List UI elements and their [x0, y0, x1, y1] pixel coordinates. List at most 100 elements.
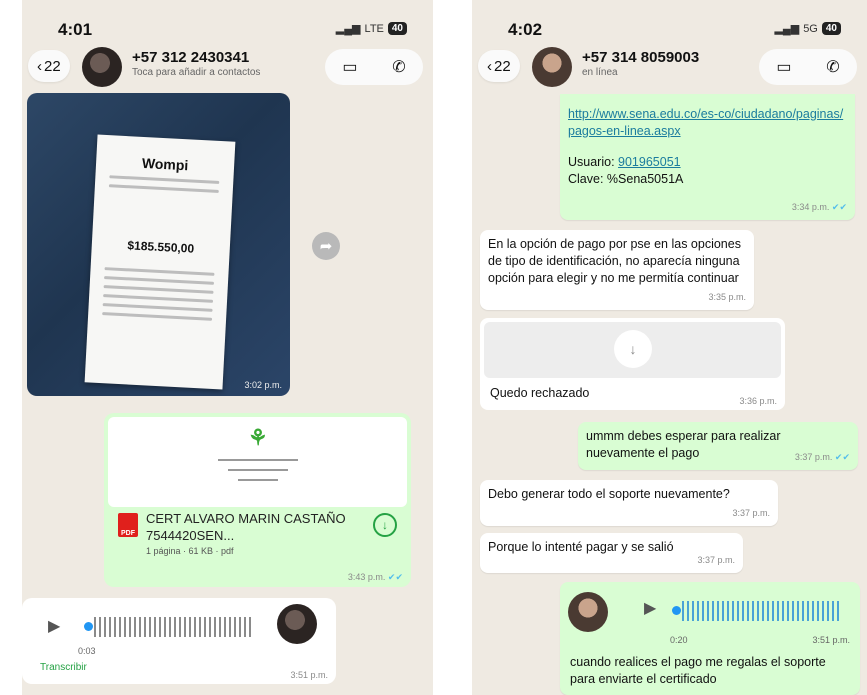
pdf-icon: PDF — [118, 513, 138, 537]
back-button[interactable]: ‹ 22 — [28, 50, 70, 82]
voice-message: ▶ 0:03 Transcribir 3:51 p.m. — [22, 598, 336, 684]
receipt-paper: Wompi $185.550,00 — [84, 134, 236, 390]
avatar[interactable] — [532, 47, 572, 87]
message-text: Debo generar todo el soporte nuevamente? — [488, 487, 730, 501]
document-title: CERT ALVARO MARIN CASTAÑO 7544420SEN... — [146, 511, 346, 543]
contact-name: +57 314 8059003 — [582, 49, 700, 66]
contact-name: +57 312 2430341 — [132, 49, 250, 66]
message-bubble-incoming[interactable]: Debo generar todo el soporte nuevamente?… — [480, 480, 778, 526]
receipt-line — [104, 267, 215, 276]
chevron-left-icon: ‹ — [37, 57, 42, 75]
receipt-brand: Wompi — [141, 154, 189, 174]
receipt-line — [103, 294, 214, 303]
message-text: Porque lo intenté pagar y se salió — [488, 540, 674, 554]
sender-avatar — [568, 592, 608, 632]
download-icon[interactable]: ↓ — [373, 513, 397, 537]
preview-line — [238, 479, 278, 481]
document-message[interactable]: ⚘ PDF CERT ALVARO MARIN CASTAÑO 7544420S… — [104, 413, 411, 587]
message-meta: 3:37 p.m. ✔✔ — [795, 449, 850, 466]
image-message-incoming[interactable]: ↓ Quedo rechazado 3:36 p.m. — [480, 318, 785, 410]
message-meta: 3:43 p.m. ✔✔ — [348, 572, 403, 583]
chat-header: ‹ 22 +57 312 2430341 Toca para añadir a … — [22, 44, 433, 90]
message-time: 3:51 p.m. — [812, 635, 850, 645]
video-call-icon[interactable]: ▭ — [776, 57, 791, 77]
sender-avatar — [277, 604, 317, 644]
transcribe-link[interactable]: Transcribir — [40, 662, 87, 673]
status-time: 4:02 — [508, 20, 543, 39]
message-text: cuando realices el pago me regalas el so… — [570, 655, 826, 686]
read-ticks-icon: ✔✔ — [387, 572, 403, 582]
unread-count: 22 — [44, 57, 61, 75]
message-bubble-incoming[interactable]: Porque lo intenté pagar y se salió 3:37 … — [480, 533, 743, 573]
receipt-line — [109, 175, 220, 184]
battery-icon: 40 — [387, 22, 407, 35]
voice-duration: 0:03 — [78, 646, 96, 656]
video-call-icon[interactable]: ▭ — [342, 57, 357, 77]
receipt-amount: $185.550,00 — [127, 238, 195, 256]
playhead-dot[interactable] — [84, 622, 93, 631]
receipt-line — [103, 285, 214, 294]
receipt-photo[interactable]: Wompi $185.550,00 3:02 p.m. — [27, 93, 290, 396]
avatar[interactable] — [82, 47, 122, 87]
status-icons: ▂▄▆ LTE 40 — [336, 22, 407, 35]
audio-waveform[interactable] — [94, 617, 254, 637]
pass-value: %Sena5051A — [606, 172, 684, 186]
playhead-dot[interactable] — [672, 606, 681, 615]
signal-icon: ▂▄▆ — [774, 23, 800, 35]
receipt-line — [108, 184, 219, 193]
status-bar: 4:01 ▂▄▆ LTE 40 — [22, 14, 433, 40]
forward-icon[interactable]: ➦ — [312, 232, 340, 260]
status-icons: ▂▄▆ 5G 40 — [774, 22, 841, 35]
network-label: LTE — [364, 22, 384, 35]
message-bubble-incoming[interactable]: En la opción de pago por pse en las opci… — [480, 230, 754, 310]
message-time: 3:37 p.m. — [697, 555, 735, 565]
user-label: Usuario: — [568, 155, 615, 169]
chat-header: ‹ 22 +57 314 8059003 en línea ▭ ✆ — [472, 44, 867, 90]
message-time: 3:02 p.m. — [244, 380, 282, 390]
message-time: 3:36 p.m. — [739, 396, 777, 406]
message-time: 3:43 p.m. — [347, 572, 386, 582]
message-time: 3:51 p.m. — [290, 670, 328, 680]
battery-icon: 40 — [821, 22, 841, 35]
message-text: ummm debes esperar para realizar nuevame… — [586, 429, 781, 460]
contact-info[interactable]: +57 314 8059003 en línea — [582, 49, 699, 78]
right-chat-screen: 4:02 ▂▄▆ 5G 40 ‹ 22 +57 314 8059003 en l… — [472, 0, 867, 695]
message-time: 3:37 p.m. — [732, 508, 770, 518]
sena-logo: ⚘ — [248, 425, 268, 450]
read-ticks-icon: ✔✔ — [834, 452, 850, 462]
phone-call-icon[interactable]: ✆ — [826, 57, 839, 77]
status-time: 4:01 — [58, 20, 93, 39]
contact-info[interactable]: +57 312 2430341 Toca para añadir a conta… — [132, 49, 260, 78]
voice-duration: 0:20 — [670, 635, 688, 645]
play-icon[interactable]: ▶ — [48, 616, 60, 636]
document-preview: ⚘ — [108, 417, 407, 507]
pass-label: Clave: — [568, 172, 604, 186]
receipt-line — [102, 303, 213, 312]
network-label: 5G — [803, 22, 818, 35]
preview-line — [218, 459, 298, 461]
call-actions: ▭ ✆ — [325, 49, 423, 85]
call-actions: ▭ ✆ — [759, 49, 857, 85]
audio-waveform[interactable] — [682, 601, 842, 621]
message-bubble-outgoing[interactable]: ummm debes esperar para realizar nuevame… — [578, 422, 858, 470]
credential-pass: Clave: %Sena5051A — [568, 171, 847, 188]
user-value[interactable]: 901965051 — [618, 155, 681, 169]
message-time: 3:34 p.m. — [791, 202, 830, 212]
signal-icon: ▂▄▆ — [335, 23, 361, 35]
unread-count: 22 — [494, 57, 511, 75]
payment-link[interactable]: http://www.sena.edu.co/es-co/ciudadano/p… — [568, 106, 847, 140]
read-ticks-icon: ✔✔ — [831, 202, 847, 212]
back-button[interactable]: ‹ 22 — [478, 50, 520, 82]
contact-subtitle: en línea — [582, 67, 618, 78]
message-bubble-outgoing[interactable]: http://www.sena.edu.co/es-co/ciudadano/p… — [560, 94, 855, 220]
play-icon[interactable]: ▶ — [644, 600, 656, 617]
message-time: 3:37 p.m. — [794, 452, 833, 462]
left-chat-screen: 4:01 ▂▄▆ LTE 40 ‹ 22 +57 312 2430341 Toc… — [22, 0, 433, 695]
credential-user: Usuario: 901965051 — [568, 154, 847, 171]
chevron-left-icon: ‹ — [487, 57, 492, 75]
message-time: 3:35 p.m. — [708, 292, 746, 302]
download-icon[interactable]: ↓ — [614, 330, 652, 368]
phone-call-icon[interactable]: ✆ — [392, 57, 405, 77]
receipt-line — [104, 276, 215, 285]
contact-subtitle: Toca para añadir a contactos — [132, 67, 261, 78]
